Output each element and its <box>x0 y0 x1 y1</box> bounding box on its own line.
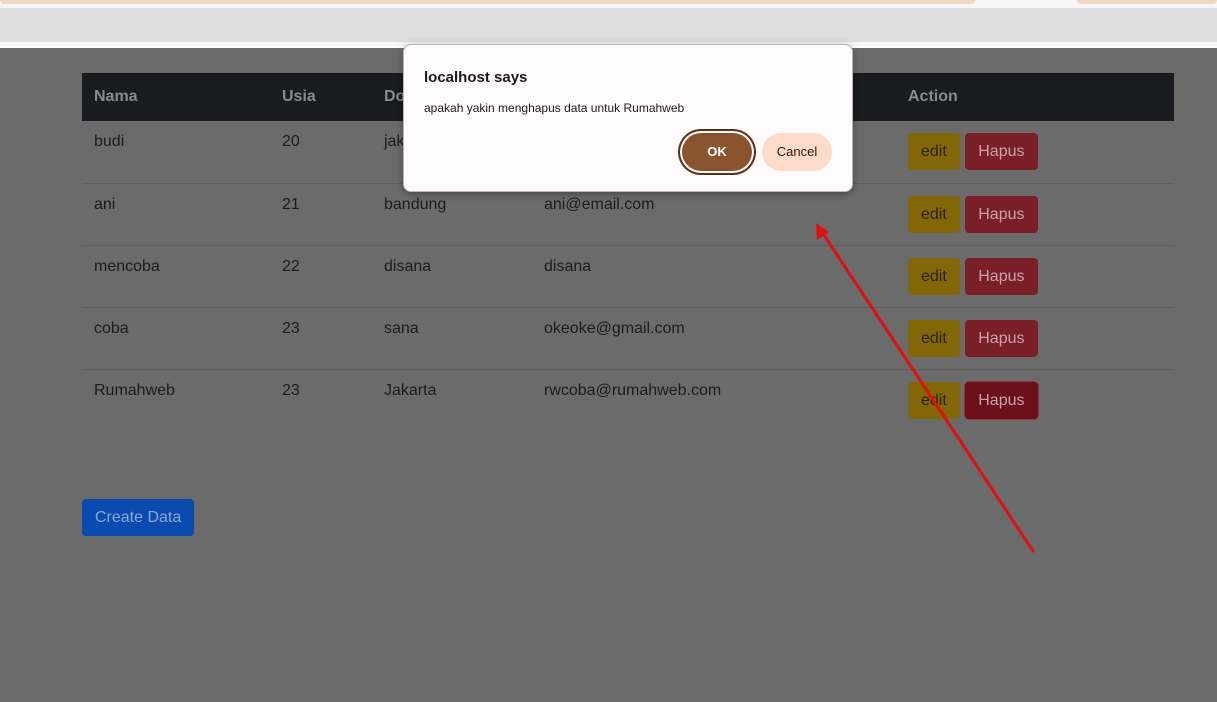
cell-action: edit Hapus <box>896 183 1174 246</box>
cell-usia: 22 <box>270 245 372 308</box>
cell-action: edit Hapus <box>896 307 1174 370</box>
cell-action: edit Hapus <box>896 121 1174 184</box>
table-row: ani 21 bandung ani@email.com edit Hapus <box>82 183 1174 246</box>
cell-nama: mencoba <box>82 245 270 308</box>
edit-button[interactable]: edit <box>908 195 960 233</box>
dialog-message: apakah yakin menghapus data untuk Rumahw… <box>424 101 685 115</box>
column-header: Nama <box>82 73 270 121</box>
column-header: Action <box>896 73 1174 121</box>
address-bar[interactable] <box>0 8 1217 42</box>
cell-domisili: bandung <box>372 183 532 246</box>
hapus-button[interactable]: Hapus <box>965 319 1038 357</box>
cell-email: ani@email.com <box>532 183 896 246</box>
cell-email: disana <box>532 245 896 308</box>
cell-nama: ani <box>82 183 270 246</box>
cell-email: okeoke@gmail.com <box>532 307 896 370</box>
table-row: Rumahweb 23 Jakarta rwcoba@rumahweb.com … <box>82 369 1174 431</box>
hapus-button[interactable]: Hapus <box>965 195 1038 233</box>
table-row: coba 23 sana okeoke@gmail.com edit Hapus <box>82 307 1174 370</box>
hapus-button[interactable]: Hapus <box>965 257 1038 295</box>
ok-button[interactable]: OK <box>682 133 752 171</box>
cell-action: edit Hapus <box>896 369 1174 431</box>
edit-button[interactable]: edit <box>908 319 960 357</box>
browser-chrome <box>0 0 1217 48</box>
edit-button[interactable]: edit <box>908 133 960 170</box>
table-row: mencoba 22 disana disana edit Hapus <box>82 245 1174 308</box>
cell-email: rwcoba@rumahweb.com <box>544 381 722 399</box>
edit-button[interactable]: edit <box>908 381 960 419</box>
cancel-button[interactable]: Cancel <box>762 133 832 171</box>
cell-usia: 23 <box>282 381 300 399</box>
cell-domisili: Jakarta <box>384 381 437 399</box>
cell-nama: Rumahweb <box>94 381 175 399</box>
hapus-button[interactable]: Hapus <box>965 381 1038 419</box>
cell-usia: 23 <box>270 307 372 370</box>
cell-nama: coba <box>82 307 270 370</box>
cell-domisili: sana <box>372 307 532 370</box>
cell-usia: 20 <box>270 121 372 184</box>
browser-tab[interactable] <box>0 0 975 4</box>
cell-usia: 21 <box>270 183 372 246</box>
hapus-button[interactable]: Hapus <box>965 133 1038 170</box>
dialog-title: localhost says <box>424 69 528 86</box>
confirm-dialog: localhost says apakah yakin menghapus da… <box>403 44 853 192</box>
column-header: Usia <box>270 73 372 121</box>
cell-nama: budi <box>82 121 270 184</box>
edit-button[interactable]: edit <box>908 257 960 295</box>
cell-domisili: disana <box>372 245 532 308</box>
create-data-button[interactable]: Create Data <box>82 499 195 536</box>
cell-action: edit Hapus <box>896 245 1174 308</box>
browser-tab[interactable] <box>1077 0 1217 4</box>
